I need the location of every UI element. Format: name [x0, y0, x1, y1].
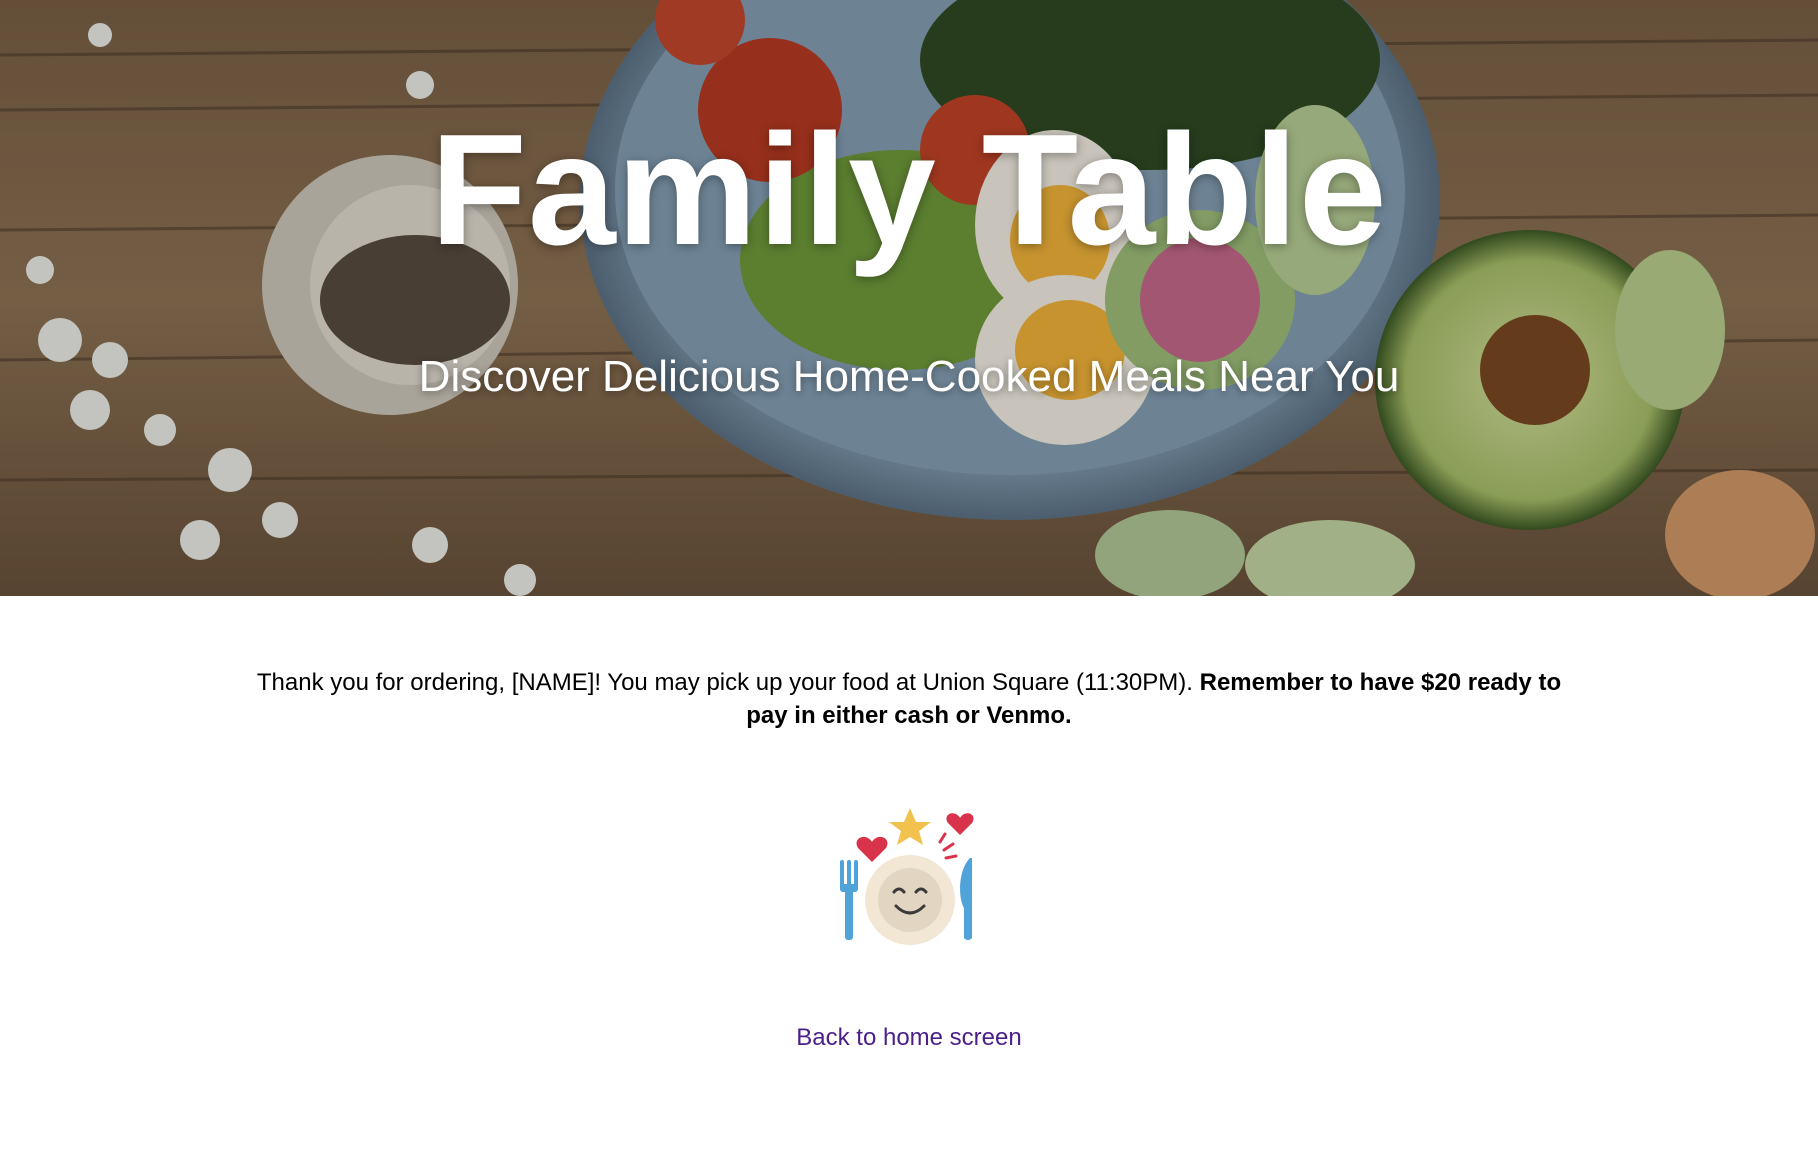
page-title: Family Table	[430, 102, 1388, 278]
happy-plate-fork-knife-icon	[830, 800, 990, 960]
back-to-home-link[interactable]: Back to home screen	[0, 1024, 1818, 1052]
page-subtitle: Discover Delicious Home-Cooked Meals Nea…	[418, 352, 1400, 401]
order-confirmation-message: Thank you for ordering, [NAME]! You may …	[240, 666, 1578, 732]
confirmation-text: Thank you for ordering, [NAME]! You may …	[256, 669, 1200, 696]
hero-overlay	[0, 0, 1818, 596]
hero-banner: Family Table Discover Delicious Home-Coo…	[0, 0, 1818, 596]
